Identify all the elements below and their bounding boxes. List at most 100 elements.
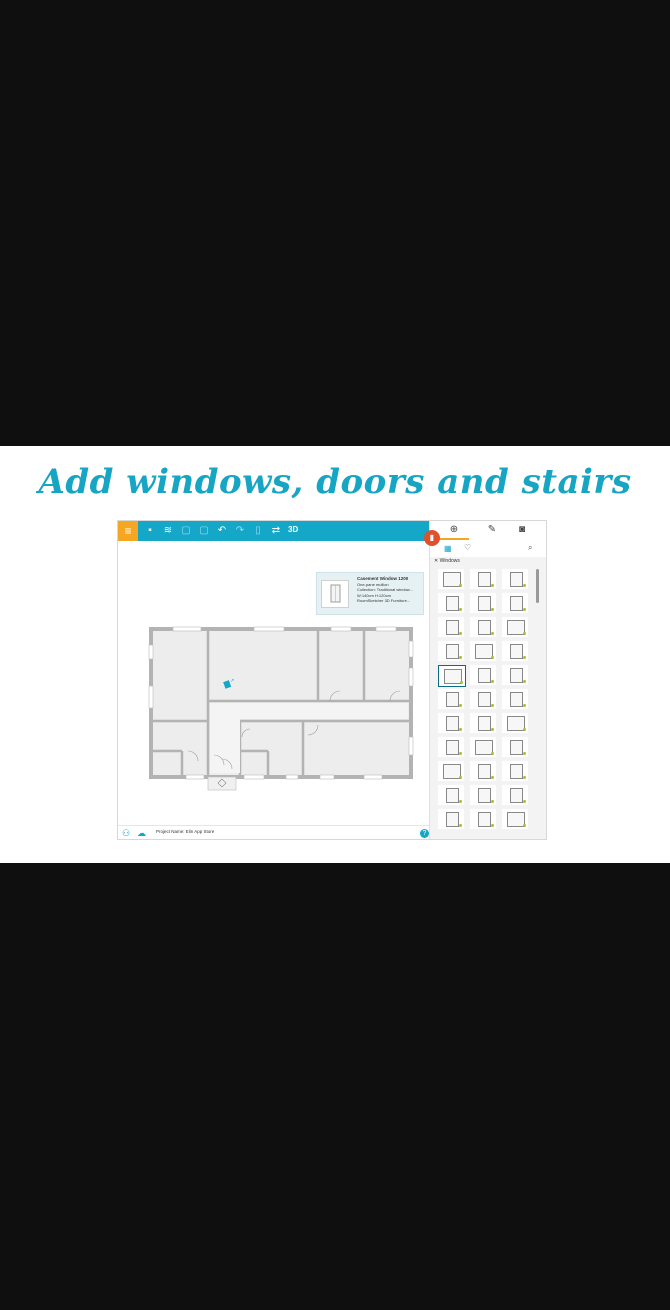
available-dot [523,800,526,803]
catalog-item[interactable] [470,809,496,829]
available-dot [523,704,526,707]
available-dot [491,800,494,803]
catalog-item[interactable] [502,737,528,757]
favorite-heart-icon[interactable]: ♡ [464,543,471,552]
3d-button[interactable]: 3D [288,525,298,534]
close-icon[interactable]: ✕ [434,558,438,564]
catalog-item[interactable] [470,689,496,709]
catalog-item[interactable] [502,689,528,709]
available-dot [491,656,494,659]
catalog-item[interactable] [438,569,464,589]
window-icon [509,644,523,659]
catalog-item[interactable] [502,809,528,829]
delete-icon[interactable]: ▯ [252,524,264,538]
window-icon [445,788,459,803]
svg-text:↗: ↗ [230,678,234,684]
redo-icon[interactable]: ↷ [234,524,246,538]
catalog-item[interactable] [470,713,496,733]
window-icon [445,812,459,827]
available-dot [523,632,526,635]
edit-tab-icon[interactable]: ✎ [482,524,502,538]
help-icon[interactable]: ? [420,829,429,838]
available-dot [491,728,494,731]
available-dot [459,728,462,731]
catalog-item[interactable] [470,761,496,781]
catalog-item-badge-icon[interactable]: ▮ [424,530,440,546]
catalog-item[interactable] [470,641,496,661]
catalog-item[interactable] [502,713,528,733]
sync-icon[interactable]: ⇄ [270,524,282,538]
available-dot [459,704,462,707]
headline: Add windows, doors and stairs [38,462,632,502]
paste-icon[interactable]: ▢ [198,524,210,538]
user-icon[interactable]: ⚇ [122,828,130,839]
available-dot [491,632,494,635]
catalog-item[interactable] [502,569,528,589]
panel-scrollbar[interactable] [536,569,539,603]
catalog-item[interactable] [502,785,528,805]
window-icon [330,584,341,603]
catalog-item[interactable] [502,617,528,637]
catalog-item[interactable] [438,761,464,781]
catalog-item[interactable] [470,569,496,589]
window-icon [477,620,491,635]
catalog-item[interactable] [470,665,496,685]
catalog-item[interactable] [502,593,528,613]
window-icon [477,692,491,707]
catalog-item[interactable] [438,617,464,637]
filter-row: ▦ ♡ ⌕ [430,541,546,557]
category-label: Windows [439,558,460,564]
layers-icon[interactable]: ≋ [162,524,174,538]
hallway [210,703,240,773]
floor-plan-canvas[interactable]: ↗ Casement Window 1200 One-pane mullion … [118,541,429,839]
catalog-item[interactable] [438,593,464,613]
available-dot [459,632,462,635]
active-tab-indicator [439,538,469,540]
catalog-item[interactable] [438,665,466,687]
catalog-item[interactable] [470,617,496,637]
corridor [240,703,408,719]
grid-view-icon[interactable]: ▦ [444,544,452,553]
window-icon [509,596,523,611]
window-icon [445,716,459,731]
window-thumbnail [321,580,349,608]
tooltip-line: Collection: Traditional window... [357,587,413,592]
available-dot [523,824,526,827]
available-dot [523,680,526,683]
search-icon[interactable]: ⌕ [528,543,532,553]
catalog-item[interactable] [438,641,464,661]
available-dot [523,608,526,611]
available-dot [491,608,494,611]
undo-icon[interactable]: ↶ [216,524,228,538]
catalog-item[interactable] [502,761,528,781]
copy-icon[interactable]: ▢ [180,524,192,538]
window-icon [477,572,491,587]
available-dot [491,776,494,779]
catalog-item[interactable] [438,713,464,733]
camera-tab-icon[interactable]: ◙ [512,524,532,538]
window-icon [445,740,459,755]
menu-button[interactable]: ≡ [118,521,138,541]
cloud-icon[interactable]: ☁ [137,828,146,839]
catalog-item[interactable] [470,737,496,757]
available-dot [523,656,526,659]
catalog-item[interactable] [438,785,464,805]
window-icon [477,764,491,779]
catalog-item[interactable] [470,593,496,613]
app-screenshot: ≡ ▪ ≋ ▢ ▢ ↶ ↷ ▯ ⇄ 3D ↗ Casement Window 1… [117,520,547,840]
add-tab-icon[interactable]: ⊕ [444,524,464,538]
catalog-item[interactable] [502,641,528,661]
catalog-item[interactable] [470,785,496,805]
available-dot [491,704,494,707]
available-dot [459,608,462,611]
catalog-item[interactable] [438,809,464,829]
catalog-item[interactable] [502,665,528,685]
catalog-item[interactable] [438,737,464,757]
window-icon [445,644,459,659]
catalog-item[interactable] [438,689,464,709]
category-filter[interactable]: ✕ Windows [434,558,539,568]
item-tooltip: Casement Window 1200 One-pane mullion Co… [316,572,424,615]
save-icon[interactable]: ▪ [144,524,156,538]
window-icon [509,668,523,683]
available-dot [460,681,463,684]
